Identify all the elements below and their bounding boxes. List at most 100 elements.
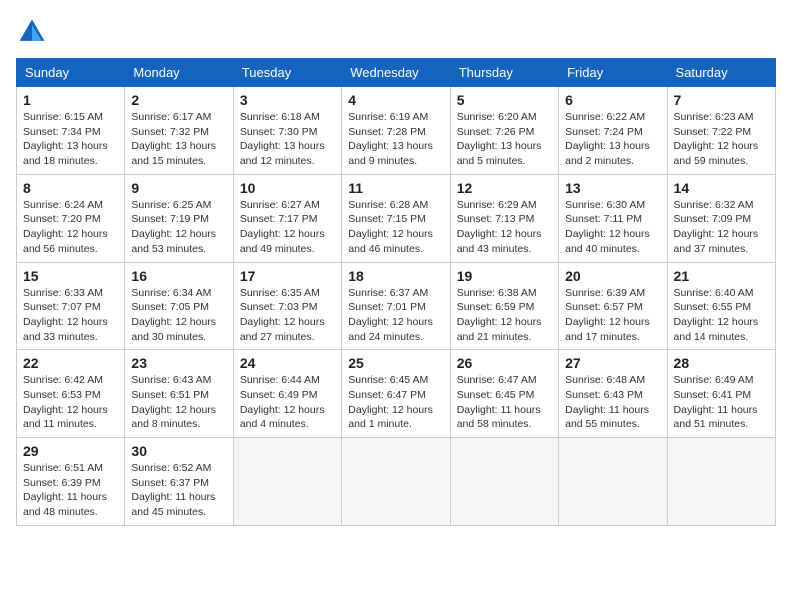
calendar-day-cell: 27 Sunrise: 6:48 AM Sunset: 6:43 PM Dayli… [559,350,667,438]
calendar-day-cell: 23 Sunrise: 6:43 AM Sunset: 6:51 PM Dayli… [125,350,233,438]
day-info: Sunrise: 6:40 AM Sunset: 6:55 PM Dayligh… [674,286,769,345]
day-info: Sunrise: 6:22 AM Sunset: 7:24 PM Dayligh… [565,110,660,169]
day-info: Sunrise: 6:38 AM Sunset: 6:59 PM Dayligh… [457,286,552,345]
weekday-header-wednesday: Wednesday [342,59,450,87]
day-number: 12 [457,180,552,196]
day-number: 27 [565,355,660,371]
day-info: Sunrise: 6:15 AM Sunset: 7:34 PM Dayligh… [23,110,118,169]
calendar-day-cell: 6 Sunrise: 6:22 AM Sunset: 7:24 PM Daylig… [559,87,667,175]
day-number: 9 [131,180,226,196]
day-info: Sunrise: 6:34 AM Sunset: 7:05 PM Dayligh… [131,286,226,345]
day-number: 23 [131,355,226,371]
day-number: 25 [348,355,443,371]
weekday-header-tuesday: Tuesday [233,59,341,87]
day-number: 10 [240,180,335,196]
calendar-week-row: 1Sunrise: 6:15 AM Sunset: 7:34 PM Daylig… [17,87,776,175]
day-number: 16 [131,268,226,284]
day-number: 7 [674,92,769,108]
weekday-header-sunday: Sunday [17,59,125,87]
calendar-day-cell: 25 Sunrise: 6:45 AM Sunset: 6:47 PM Dayli… [342,350,450,438]
day-info: Sunrise: 6:49 AM Sunset: 6:41 PM Dayligh… [674,373,769,432]
day-info: Sunrise: 6:17 AM Sunset: 7:32 PM Dayligh… [131,110,226,169]
calendar-day-cell: 22 Sunrise: 6:42 AM Sunset: 6:53 PM Dayli… [17,350,125,438]
day-number: 19 [457,268,552,284]
day-number: 6 [565,92,660,108]
day-info: Sunrise: 6:39 AM Sunset: 6:57 PM Dayligh… [565,286,660,345]
day-info: Sunrise: 6:52 AM Sunset: 6:37 PM Dayligh… [131,461,226,520]
logo [16,16,52,48]
calendar-day-cell: 26Sunrise: 6:47 AM Sunset: 6:45 PM Dayli… [450,350,558,438]
weekday-header-monday: Monday [125,59,233,87]
day-number: 3 [240,92,335,108]
day-number: 24 [240,355,335,371]
day-info: Sunrise: 6:18 AM Sunset: 7:30 PM Dayligh… [240,110,335,169]
day-info: Sunrise: 6:27 AM Sunset: 7:17 PM Dayligh… [240,198,335,257]
calendar-day-cell: 18 Sunrise: 6:37 AM Sunset: 7:01 PM Dayli… [342,262,450,350]
day-info: Sunrise: 6:19 AM Sunset: 7:28 PM Dayligh… [348,110,443,169]
calendar-day-cell: 1Sunrise: 6:15 AM Sunset: 7:34 PM Daylig… [17,87,125,175]
calendar-day-cell: 3 Sunrise: 6:18 AM Sunset: 7:30 PM Daylig… [233,87,341,175]
calendar-week-row: 22 Sunrise: 6:42 AM Sunset: 6:53 PM Dayli… [17,350,776,438]
day-number: 30 [131,443,226,459]
calendar-day-cell: 14 Sunrise: 6:32 AM Sunset: 7:09 PM Dayli… [667,174,775,262]
day-number: 26 [457,355,552,371]
day-info: Sunrise: 6:44 AM Sunset: 6:49 PM Dayligh… [240,373,335,432]
logo-icon [16,16,48,48]
calendar-day-cell: 4 Sunrise: 6:19 AM Sunset: 7:28 PM Daylig… [342,87,450,175]
calendar-day-cell: 19 Sunrise: 6:38 AM Sunset: 6:59 PM Dayli… [450,262,558,350]
day-number: 4 [348,92,443,108]
calendar-table: SundayMondayTuesdayWednesdayThursdayFrid… [16,58,776,526]
day-number: 2 [131,92,226,108]
calendar-day-cell: 2 Sunrise: 6:17 AM Sunset: 7:32 PM Daylig… [125,87,233,175]
day-info: Sunrise: 6:32 AM Sunset: 7:09 PM Dayligh… [674,198,769,257]
day-info: Sunrise: 6:43 AM Sunset: 6:51 PM Dayligh… [131,373,226,432]
calendar-day-cell [342,438,450,526]
calendar-day-cell: 20 Sunrise: 6:39 AM Sunset: 6:57 PM Dayli… [559,262,667,350]
calendar-day-cell: 8 Sunrise: 6:24 AM Sunset: 7:20 PM Daylig… [17,174,125,262]
day-number: 29 [23,443,118,459]
calendar-day-cell: 5Sunrise: 6:20 AM Sunset: 7:26 PM Daylig… [450,87,558,175]
day-info: Sunrise: 6:33 AM Sunset: 7:07 PM Dayligh… [23,286,118,345]
day-info: Sunrise: 6:24 AM Sunset: 7:20 PM Dayligh… [23,198,118,257]
day-info: Sunrise: 6:51 AM Sunset: 6:39 PM Dayligh… [23,461,118,520]
calendar-week-row: 15 Sunrise: 6:33 AM Sunset: 7:07 PM Dayli… [17,262,776,350]
calendar-day-cell: 7Sunrise: 6:23 AM Sunset: 7:22 PM Daylig… [667,87,775,175]
day-number: 20 [565,268,660,284]
day-number: 22 [23,355,118,371]
calendar-day-cell [559,438,667,526]
day-number: 18 [348,268,443,284]
calendar-day-cell: 30 Sunrise: 6:52 AM Sunset: 6:37 PM Dayli… [125,438,233,526]
day-number: 5 [457,92,552,108]
calendar-day-cell [450,438,558,526]
day-info: Sunrise: 6:37 AM Sunset: 7:01 PM Dayligh… [348,286,443,345]
day-number: 14 [674,180,769,196]
calendar-day-cell: 13 Sunrise: 6:30 AM Sunset: 7:11 PM Dayli… [559,174,667,262]
day-info: Sunrise: 6:42 AM Sunset: 6:53 PM Dayligh… [23,373,118,432]
calendar-day-cell: 10 Sunrise: 6:27 AM Sunset: 7:17 PM Dayli… [233,174,341,262]
calendar-day-cell [667,438,775,526]
page-header [16,16,776,48]
day-info: Sunrise: 6:35 AM Sunset: 7:03 PM Dayligh… [240,286,335,345]
day-info: Sunrise: 6:30 AM Sunset: 7:11 PM Dayligh… [565,198,660,257]
day-number: 15 [23,268,118,284]
day-number: 21 [674,268,769,284]
calendar-day-cell: 15 Sunrise: 6:33 AM Sunset: 7:07 PM Dayli… [17,262,125,350]
weekday-header-row: SundayMondayTuesdayWednesdayThursdayFrid… [17,59,776,87]
day-number: 17 [240,268,335,284]
day-info: Sunrise: 6:48 AM Sunset: 6:43 PM Dayligh… [565,373,660,432]
day-number: 11 [348,180,443,196]
day-info: Sunrise: 6:28 AM Sunset: 7:15 PM Dayligh… [348,198,443,257]
day-info: Sunrise: 6:29 AM Sunset: 7:13 PM Dayligh… [457,198,552,257]
calendar-week-row: 29 Sunrise: 6:51 AM Sunset: 6:39 PM Dayli… [17,438,776,526]
day-number: 8 [23,180,118,196]
calendar-day-cell: 28Sunrise: 6:49 AM Sunset: 6:41 PM Dayli… [667,350,775,438]
calendar-week-row: 8 Sunrise: 6:24 AM Sunset: 7:20 PM Daylig… [17,174,776,262]
calendar-day-cell: 9Sunrise: 6:25 AM Sunset: 7:19 PM Daylig… [125,174,233,262]
calendar-day-cell: 29 Sunrise: 6:51 AM Sunset: 6:39 PM Dayli… [17,438,125,526]
day-number: 13 [565,180,660,196]
weekday-header-thursday: Thursday [450,59,558,87]
calendar-day-cell: 24 Sunrise: 6:44 AM Sunset: 6:49 PM Dayli… [233,350,341,438]
calendar-day-cell: 21 Sunrise: 6:40 AM Sunset: 6:55 PM Dayli… [667,262,775,350]
day-info: Sunrise: 6:45 AM Sunset: 6:47 PM Dayligh… [348,373,443,432]
calendar-day-cell: 17 Sunrise: 6:35 AM Sunset: 7:03 PM Dayli… [233,262,341,350]
